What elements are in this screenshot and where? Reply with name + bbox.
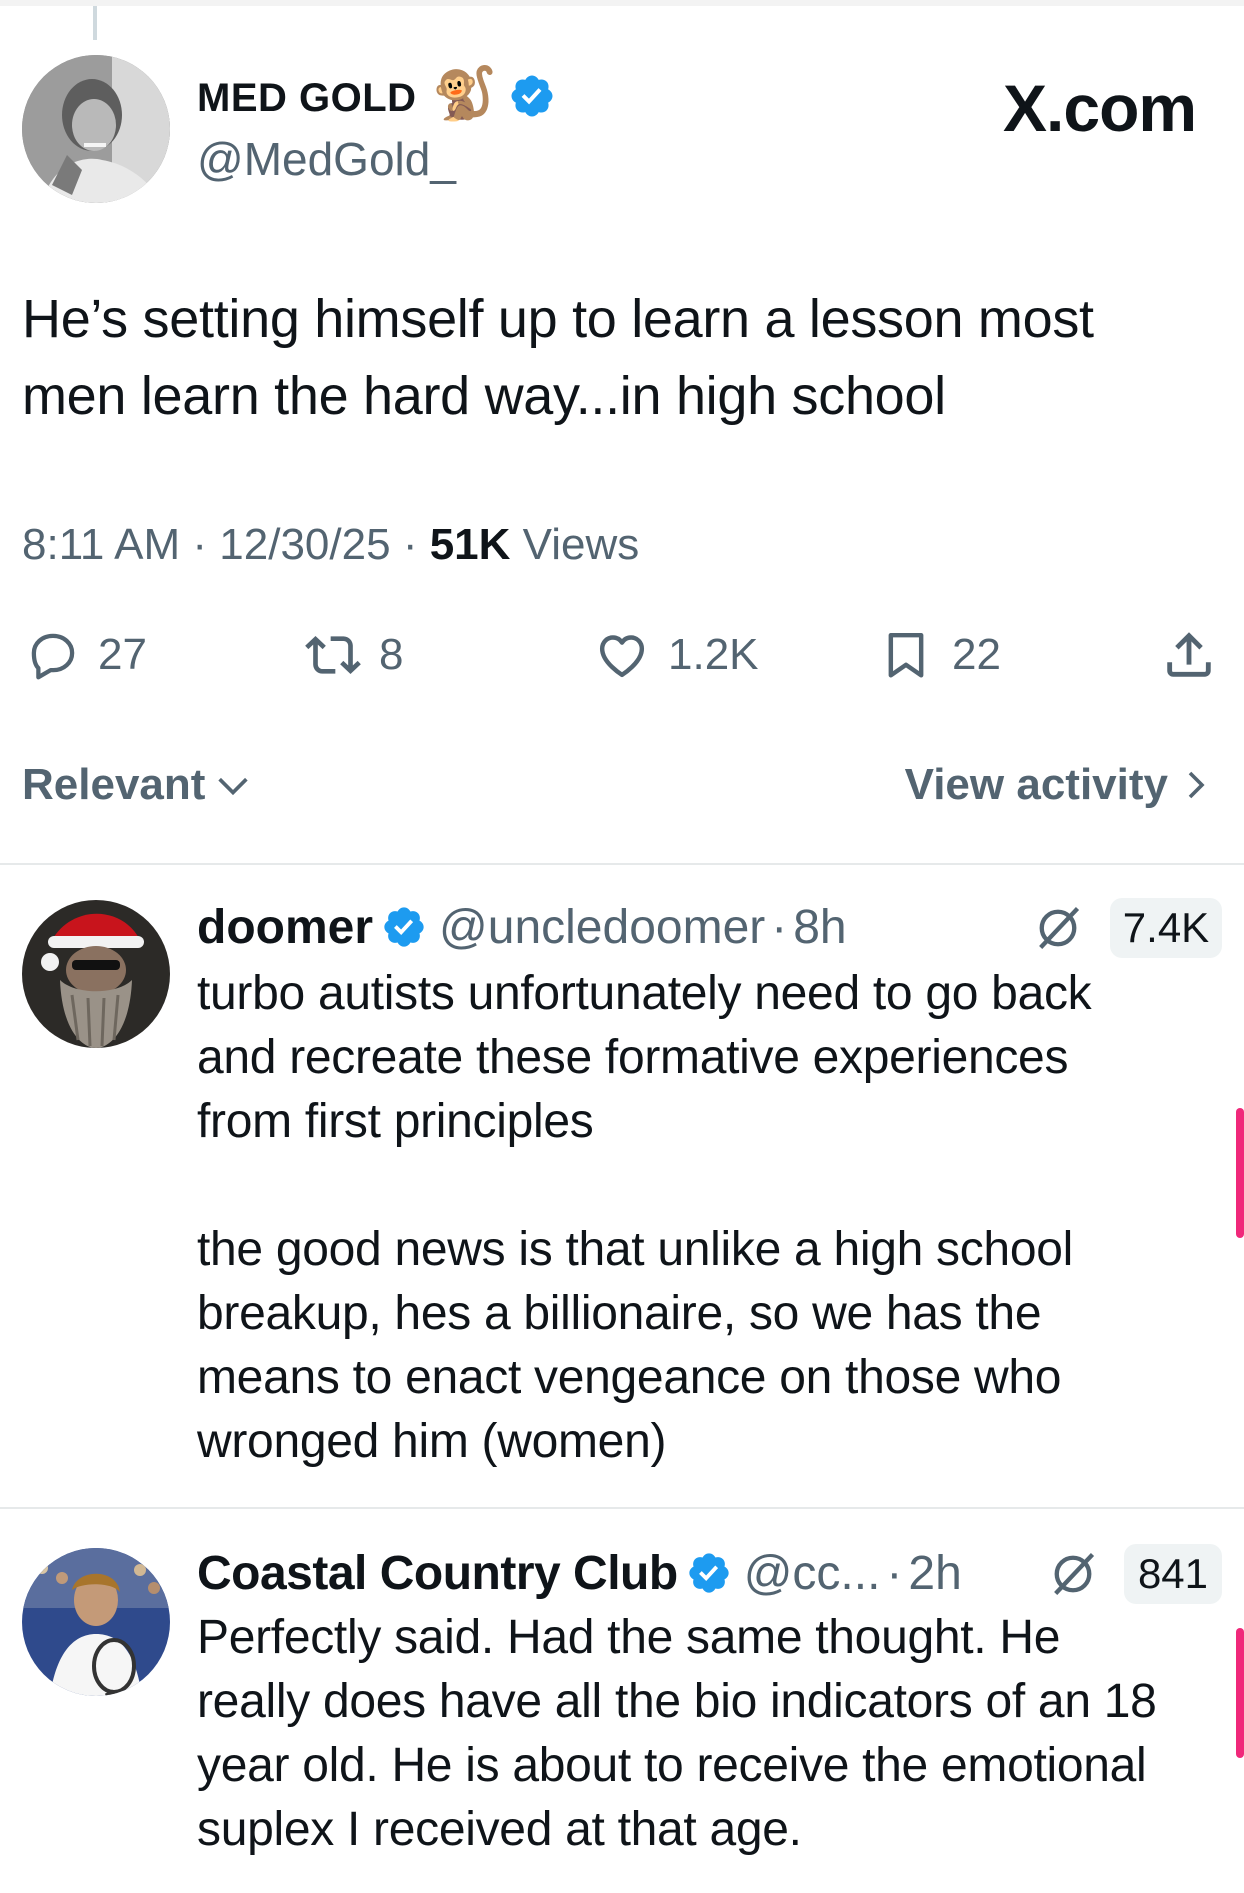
verified-badge-icon [381,904,427,950]
reply-text-line: the good news is that unlike a high scho… [197,1223,1073,1276]
bookmark-count: 22 [952,630,1001,679]
reply-text-line: from first principles [197,1095,594,1148]
views-label: Views [522,520,640,569]
post-meta: 8:11 AM · 12/30/25 · 51K Views [22,520,639,570]
reply-body-coastal-country-club: Perfectly said. Had the same thought. He… [197,1606,1157,1862]
like-count: 1.2K [668,630,759,679]
reply-views-badge: 7.4K [1110,898,1222,958]
chevron-down-icon [213,765,253,805]
post-date[interactable]: 12/30/25 [219,520,390,569]
reply-text-line: really does have all the bio indicators … [197,1675,1157,1728]
grok-analyze-icon[interactable] [1047,1548,1099,1600]
meta-separator: · [402,520,418,569]
reply-text-line: breakup, hes a billionaire, so we has th… [197,1287,1042,1340]
divider [0,863,1244,865]
relevance-sort-dropdown[interactable]: Relevant [22,760,253,810]
x-com-watermark: X.com [1003,71,1197,145]
bookmark-button[interactable]: 22 [878,620,1001,690]
reply-text-line: and recreate these formative experiences [197,1031,1069,1084]
meta-separator: · [886,1546,903,1600]
reply-header-coastal-country-club: Coastal Country Club @cc... · 2h [197,1542,962,1604]
reply-text-line [197,1154,1091,1218]
view-activity-link[interactable]: View activity [905,760,1214,810]
reply-icon [26,628,80,682]
reply-text-line: year old. He is about to receive the emo… [197,1739,1147,1792]
thread-line-stub [93,6,97,40]
meta-separator: · [192,520,208,569]
meta-separator: · [771,900,788,954]
scroll-marker [1236,1108,1244,1238]
sort-label: Relevant [22,760,206,809]
reply-button[interactable]: 27 [26,620,147,690]
scroll-marker [1236,1628,1244,1758]
author-avatar[interactable] [22,55,170,203]
share-button[interactable] [1160,620,1218,690]
post-text-line-2: men learn the hard way...in high school [22,366,946,426]
reply-author-handle[interactable]: @uncledoomer [439,900,765,955]
monkey-emoji: 🐒 [432,65,497,123]
repost-icon [305,627,361,683]
reply-count: 27 [98,630,147,679]
views-count: 51K [429,520,511,569]
chevron-right-icon [1178,765,1214,805]
view-activity-label: View activity [904,760,1168,809]
reply-author-handle[interactable]: @cc... [744,1546,881,1601]
share-icon [1160,626,1218,684]
reply-views-badge: 841 [1124,1544,1222,1604]
bookmark-icon [878,625,934,685]
divider [0,1507,1244,1509]
reply-text-line: turbo autists unfortunately need to go b… [197,967,1092,1020]
post-text-line-1: He’s setting himself up to learn a lesso… [22,289,1094,349]
author-handle[interactable]: @MedGold_ [197,132,456,186]
reply-author-name[interactable]: Coastal Country Club [197,1546,678,1601]
reply-text-line: Perfectly said. Had the same thought. He [197,1611,1061,1664]
repost-button[interactable]: 8 [305,620,403,690]
heart-icon [594,627,650,683]
reply-avatar-doomer[interactable] [22,900,170,1048]
reply-time[interactable]: 2h [908,1546,961,1601]
top-edge-line [0,0,1244,6]
reply-body-doomer: turbo autists unfortunately need to go b… [197,962,1092,1474]
reply-time[interactable]: 8h [793,900,846,955]
reply-author-name[interactable]: doomer [197,900,373,955]
verified-badge-icon [686,1550,732,1596]
reply-text-line: means to enact vengeance on those who [197,1351,1062,1404]
grok-analyze-icon[interactable] [1032,902,1084,954]
author-name[interactable]: MED GOLD [197,76,417,121]
reply-text-line: suplex I received at that age. [197,1803,802,1856]
post-time[interactable]: 8:11 AM [22,520,180,569]
reply-text-line: wronged him (women) [197,1415,667,1468]
repost-count: 8 [379,630,404,679]
like-button[interactable]: 1.2K [594,620,759,690]
reply-header-doomer: doomer @uncledoomer · 8h [197,896,847,958]
reply-avatar-coastal-country-club[interactable] [22,1548,170,1696]
verified-badge-icon [508,72,556,120]
